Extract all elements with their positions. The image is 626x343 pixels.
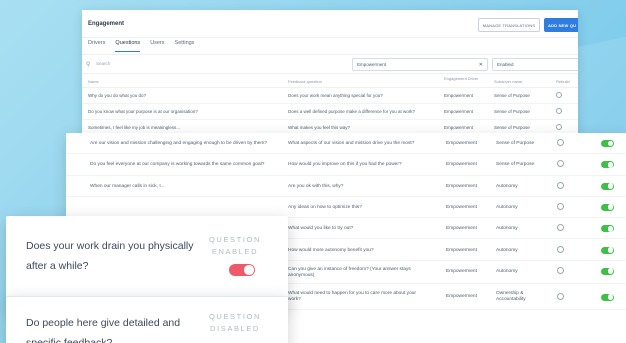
question-text: When our manager calls in sick, I... [90, 183, 165, 189]
subdriver-name: Sense of Purpose [496, 141, 535, 146]
table-row[interactable]: Why do you do what you do? Does your wor… [82, 88, 578, 104]
search-input[interactable]: Search [96, 61, 110, 66]
feedback-question: What aspects of our vision and mission d… [288, 141, 415, 146]
driver-name: Empowerment [444, 93, 474, 98]
tab-questions[interactable]: Questions [115, 40, 141, 52]
column-header[interactable]: Engagement Driver [444, 76, 488, 82]
page-title: Engagement [88, 20, 125, 27]
question-text: Sometimes, I feel like my job is meaning… [88, 125, 181, 130]
filter-bar: ⚲ Search Empowerment ✕ Enabled [82, 54, 578, 74]
add-new-question-button[interactable]: ADD NEW QU [544, 18, 578, 32]
manage-translations-button[interactable]: MANAGE TRANSLATIONS [478, 18, 540, 32]
enabled-toggle[interactable] [601, 225, 614, 233]
subdriver-name: Autonomy [496, 247, 518, 253]
question-text: Why do you do what you do? [88, 93, 147, 98]
enabled-toggle[interactable] [601, 182, 614, 190]
subdriver-name: Sense of Purpose [494, 125, 530, 130]
driver-filter-select[interactable]: Empowerment ✕ [352, 58, 488, 71]
info-icon[interactable] [557, 139, 564, 146]
feedback-question: What makes you feel this way? [288, 125, 351, 130]
question-enabled-toggle[interactable] [229, 264, 255, 276]
enabled-toggle[interactable] [601, 203, 614, 211]
feedback-question: How would you improve on this if you had… [288, 162, 402, 168]
driver-filter-value: Empowerment [357, 62, 387, 67]
driver-name: Empowerment [444, 109, 474, 114]
tab-settings[interactable]: Settings [175, 40, 195, 52]
table-row[interactable]: When our manager calls in sick, I... Are… [66, 176, 626, 197]
driver-name: Empowerment [446, 162, 477, 168]
driver-name: Empowerment [446, 247, 477, 253]
question-text: Do you know what your purpose is at our … [88, 109, 198, 114]
driver-name: Empowerment [446, 268, 477, 274]
question-card-disabled[interactable]: Do people here give detailed and specifi… [6, 296, 288, 343]
questions-admin-panel: Engagement MANAGE TRANSLATIONS ADD NEW Q… [82, 10, 578, 150]
question-card-enabled[interactable]: Does your work drain you physically afte… [6, 216, 288, 308]
subdriver-name: Autonomy [496, 226, 518, 232]
column-header[interactable]: Rebuild [556, 79, 570, 84]
driver-name: Empowerment [446, 226, 477, 232]
info-icon[interactable] [557, 160, 564, 168]
info-icon[interactable] [557, 245, 564, 253]
driver-name: Empowerment [446, 204, 477, 210]
clear-filter-icon[interactable]: ✕ [479, 62, 483, 68]
info-icon[interactable] [556, 92, 562, 98]
subdriver-name: Autonomy [496, 183, 518, 189]
feedback-question: What would you like to try out? [288, 226, 354, 232]
enabled-toggle[interactable] [601, 293, 614, 301]
feedback-question: Are you ok with this, why? [288, 183, 344, 189]
subdriver-name: Autonomy [496, 204, 518, 210]
subdriver-name: Autonomy [496, 268, 518, 274]
column-header[interactable]: Name [88, 79, 99, 84]
driver-name: Empowerment [446, 141, 477, 146]
feedback-question: How would more autonomy benefit you? [288, 247, 374, 253]
column-header[interactable]: Feedback question [288, 79, 322, 84]
enabled-toggle[interactable] [601, 140, 614, 147]
info-icon[interactable] [557, 292, 564, 300]
info-icon[interactable] [556, 108, 562, 114]
table-row[interactable]: Do you feel everyone at our company is w… [66, 154, 626, 176]
table-row[interactable]: Are our vision and mission challenging a… [66, 133, 626, 155]
status-filter-value: Enabled [497, 62, 514, 67]
subdriver-name: Sense of Purpose [496, 162, 535, 168]
driver-name: Empowerment [446, 293, 477, 299]
info-icon[interactable] [556, 124, 562, 130]
table-header: Name Feedback question Engagement Driver… [82, 74, 578, 88]
feedback-question: Any ideas on how to optimize this? [288, 204, 362, 210]
tab-drivers[interactable]: Drivers [88, 40, 105, 52]
enabled-toggle[interactable] [601, 267, 614, 275]
card-status-label: QUESTION ENABLED [209, 235, 261, 256]
status-filter-select[interactable]: Enabled [492, 58, 578, 71]
card-question-text: Does your work drain you physically afte… [26, 240, 194, 272]
enabled-toggle[interactable] [601, 161, 614, 169]
question-text: Do you feel everyone at our company is w… [90, 162, 265, 168]
tab-bar: Drivers Questions Users Settings [82, 38, 578, 52]
subdriver-name: Sense of Purpose [494, 93, 530, 98]
feedback-question: Does a well defined purpose make a diffe… [288, 109, 415, 114]
info-icon[interactable] [557, 181, 564, 189]
enabled-toggle[interactable] [601, 246, 614, 254]
column-header[interactable]: Subdriver name [494, 79, 522, 84]
search-icon: ⚲ [86, 62, 91, 68]
table-row[interactable]: Do you know what your purpose is at our … [82, 104, 578, 120]
feedback-question: Does your work mean anything special for… [288, 93, 383, 98]
tab-users[interactable]: Users [150, 40, 164, 52]
table-row[interactable]: Any ideas on how to optimize this? Empow… [66, 197, 626, 219]
card-question-text: Do people here give detailed and specifi… [26, 317, 181, 343]
subdriver-name: Sense of Purpose [494, 109, 530, 114]
info-icon[interactable] [557, 224, 564, 232]
subdriver-name: Ownership & Accountability [496, 290, 526, 302]
feedback-question: Can you give an instance of freedom? (Yo… [288, 266, 411, 278]
question-text: Are our vision and mission challenging a… [90, 141, 268, 146]
info-icon[interactable] [557, 266, 564, 274]
driver-name: Empowerment [444, 125, 474, 130]
feedback-question: What would need to happen for you to car… [288, 290, 416, 302]
info-icon[interactable] [557, 202, 564, 210]
card-status-label: QUESTION DISABLED [209, 312, 261, 333]
driver-name: Empowerment [446, 183, 477, 189]
